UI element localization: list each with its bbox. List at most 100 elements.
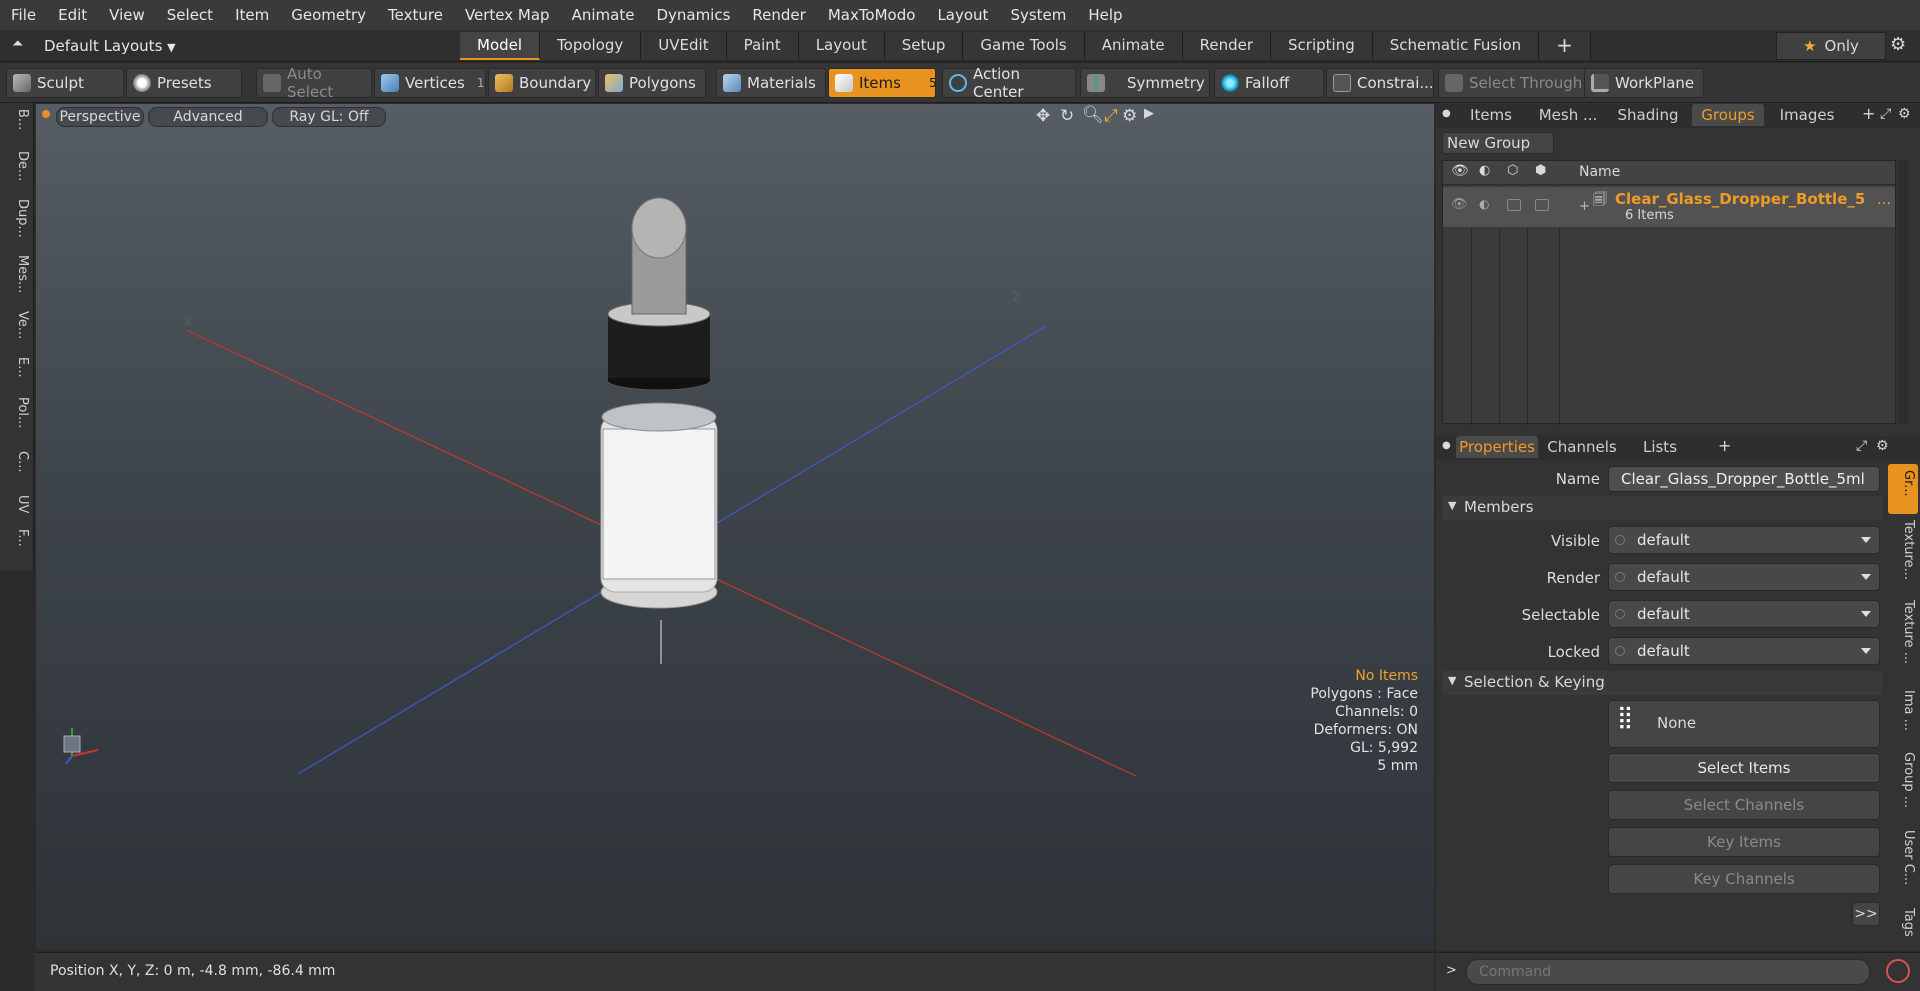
tab-images[interactable]: Images <box>1770 104 1844 126</box>
menu-dynamics[interactable]: Dynamics <box>645 6 741 24</box>
tab-schematic-fusion[interactable]: Schematic Fusion <box>1372 32 1540 60</box>
tab-groups[interactable]: Groups <box>1692 104 1764 126</box>
name-field[interactable]: Clear_Glass_Dropper_Bottle_5ml (8) <box>1608 466 1880 512</box>
tab-model[interactable]: Model <box>460 32 541 60</box>
members-section[interactable]: ▼ Members <box>1442 496 1882 520</box>
left-tab-basic[interactable]: B... <box>4 109 30 130</box>
locked-dropdown[interactable]: default <box>1608 637 1880 665</box>
visible-dropdown[interactable]: default <box>1608 526 1880 554</box>
select-through-button[interactable]: Select Through <box>1438 68 1586 98</box>
lock-icon[interactable]: ⬡ <box>1507 163 1518 178</box>
right-tab-group[interactable]: Gr... <box>1890 470 1916 497</box>
presets-button[interactable]: Presets <box>126 68 242 98</box>
record-icon[interactable] <box>1886 959 1910 983</box>
tab-paint[interactable]: Paint <box>726 32 799 60</box>
3d-viewport[interactable]: Perspective Advanced Ray GL: Off ✥ ↻ 🔍︎ … <box>36 104 1434 950</box>
render-icon[interactable]: ◐ <box>1479 163 1490 178</box>
sculpt-button[interactable]: Sculpt <box>6 68 124 98</box>
tab-uvedit[interactable]: UVEdit <box>641 32 727 60</box>
selectable-dropdown[interactable]: default <box>1608 600 1880 628</box>
tab-animate[interactable]: Animate <box>1084 32 1183 60</box>
expand-icon[interactable]: ⤢ <box>1856 438 1867 454</box>
materials-button[interactable]: Materials <box>716 68 826 98</box>
selection-keying-section[interactable]: ▼ Selection & Keying <box>1442 671 1882 695</box>
polygons-button[interactable]: Polygons <box>598 68 706 98</box>
select-icon[interactable]: ⬢ <box>1535 163 1546 178</box>
tab-items[interactable]: Items <box>1454 104 1528 126</box>
menu-geometry[interactable]: Geometry <box>280 6 377 24</box>
only-toggle[interactable]: ★ Only <box>1776 32 1886 60</box>
menu-animate[interactable]: Animate <box>561 6 646 24</box>
panel-gear-icon[interactable]: ⚙ <box>1876 438 1889 454</box>
tab-scripting[interactable]: Scripting <box>1271 32 1373 60</box>
constraints-button[interactable]: Constrai... <box>1326 68 1434 98</box>
eye-icon[interactable]: 👁︎ <box>1451 163 1469 179</box>
left-tab-vertex[interactable]: Ve... <box>4 311 30 339</box>
expand-icon[interactable]: ⤢ <box>1880 106 1891 122</box>
left-tab-mesh[interactable]: Mes... <box>4 255 30 293</box>
left-tab-deform[interactable]: De... <box>4 151 30 181</box>
row-select-checkbox[interactable] <box>1535 199 1549 211</box>
render-dropdown[interactable]: default <box>1608 563 1880 591</box>
add-tab-icon[interactable]: + <box>1539 32 1591 60</box>
command-input[interactable] <box>1466 959 1870 985</box>
menu-file[interactable]: File <box>0 6 47 24</box>
tab-shading[interactable]: Shading <box>1608 104 1688 126</box>
left-tab-fusion[interactable]: F... <box>4 529 30 547</box>
tab-lists[interactable]: Lists <box>1630 436 1690 458</box>
row-render-icon[interactable]: ◐ <box>1479 197 1489 211</box>
layout-dropdown[interactable]: Default Layouts ▼ <box>44 34 176 58</box>
expand-plus-icon[interactable]: + <box>1579 199 1590 214</box>
key-channels-button[interactable]: Key Channels <box>1608 864 1880 894</box>
tab-game-tools[interactable]: Game Tools <box>963 32 1085 60</box>
menu-view[interactable]: View <box>98 6 156 24</box>
left-tab-duplicate[interactable]: Dup... <box>4 199 30 238</box>
tab-properties[interactable]: Properties <box>1456 436 1538 458</box>
tab-topology[interactable]: Topology <box>540 32 642 60</box>
items-button[interactable]: Items 5 <box>828 68 937 98</box>
right-tab-user-channels[interactable]: User C... <box>1890 830 1916 885</box>
menu-render[interactable]: Render <box>741 6 816 24</box>
more-button[interactable]: >> <box>1852 902 1880 926</box>
panel-gear-icon[interactable]: ⚙ <box>1898 106 1911 122</box>
right-tab-texture-1[interactable]: Texture... <box>1890 520 1916 580</box>
collapse-icon[interactable]: ⏶ <box>12 36 23 52</box>
gear-icon[interactable]: ⚙ <box>1890 34 1906 55</box>
left-tab-uv[interactable]: UV <box>4 495 30 513</box>
tab-setup[interactable]: Setup <box>884 32 964 60</box>
menu-system[interactable]: System <box>999 6 1077 24</box>
add-tab-icon[interactable]: + <box>1718 436 1731 455</box>
select-items-button[interactable]: Select Items <box>1608 753 1880 783</box>
symmetry-button[interactable]: Symmetry <box>1080 68 1210 98</box>
right-tab-image[interactable]: Ima ... <box>1890 690 1916 731</box>
select-channels-button[interactable]: Select Channels <box>1608 790 1880 820</box>
row-eye-icon[interactable]: 👁︎ <box>1451 197 1468 212</box>
left-tab-polygon[interactable]: Pol... <box>4 397 30 428</box>
left-tab-edge[interactable]: E... <box>4 357 30 378</box>
menu-maxtomodo[interactable]: MaxToModo <box>817 6 927 24</box>
key-items-button[interactable]: Key Items <box>1608 827 1880 857</box>
boundary-button[interactable]: Boundary <box>488 68 596 98</box>
menu-select[interactable]: Select <box>156 6 224 24</box>
tab-mesh[interactable]: Mesh ... <box>1530 104 1606 126</box>
action-center-button[interactable]: Action Center <box>942 65 1076 101</box>
row-lock-checkbox[interactable] <box>1507 199 1521 211</box>
right-tab-tags[interactable]: Tags <box>1890 908 1916 937</box>
tab-channels[interactable]: Channels <box>1542 436 1622 458</box>
dropper-bottle-model[interactable] <box>600 197 718 609</box>
tab-layout[interactable]: Layout <box>798 32 885 60</box>
vertices-button[interactable]: Vertices 1 <box>374 68 486 98</box>
add-tab-icon[interactable]: + <box>1862 104 1875 123</box>
group-row[interactable]: 👁︎ ◐ + 🗐 Clear_Glass_Dropper_Bottle_5 ..… <box>1443 187 1895 227</box>
auto-select-button[interactable]: Auto Select <box>256 65 372 101</box>
new-group-button[interactable]: New Group <box>1442 132 1554 154</box>
menu-vertex-map[interactable]: Vertex Map <box>454 6 561 24</box>
workplane-button[interactable]: WorkPlane <box>1584 68 1704 98</box>
falloff-button[interactable]: Falloff <box>1214 68 1324 98</box>
menu-texture[interactable]: Texture <box>377 6 454 24</box>
menu-edit[interactable]: Edit <box>47 6 98 24</box>
right-tab-group-2[interactable]: Group ... <box>1890 752 1916 808</box>
menu-layout[interactable]: Layout <box>926 6 999 24</box>
menu-help[interactable]: Help <box>1077 6 1133 24</box>
groups-scrollbar[interactable] <box>1898 160 1908 424</box>
